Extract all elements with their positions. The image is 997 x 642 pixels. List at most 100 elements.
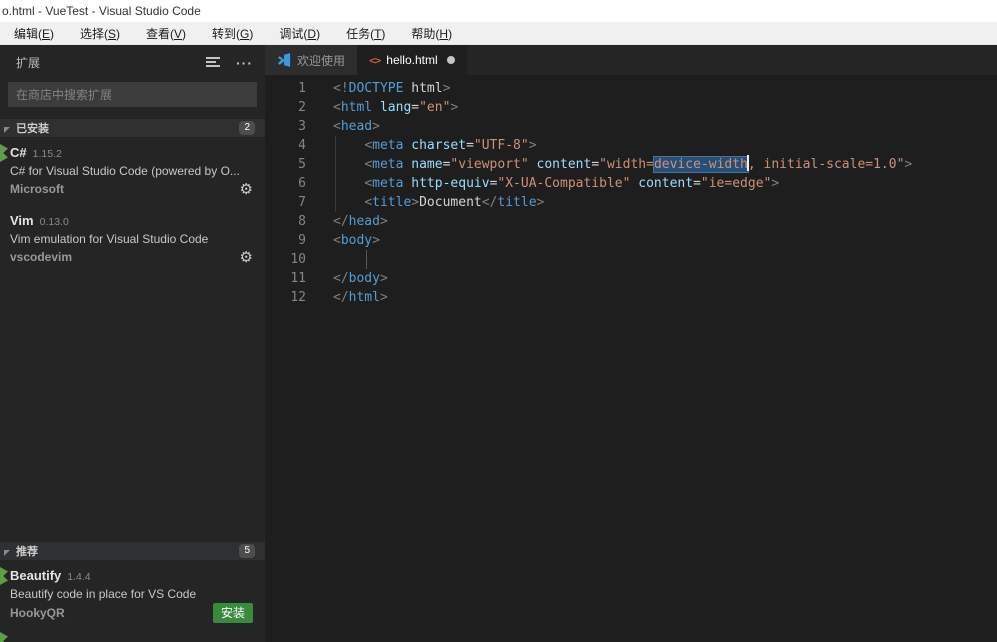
install-button[interactable]: 安装 [213,603,253,623]
tab-bar-empty [467,45,997,75]
window-title: o.html - VueTest - Visual Studio Code [2,4,201,18]
code-token: < [333,100,341,115]
code-line[interactable]: 1<!DOCTYPE html> [265,79,997,98]
vscode-logo-icon [277,53,291,67]
code-token: meta [372,138,403,153]
installed-count-badge: 2 [239,121,255,135]
extensions-search-input[interactable] [8,82,257,107]
code-line[interactable]: 12 </html> [265,288,997,307]
code-token: charset [411,138,466,153]
menu-item-h[interactable]: 帮助(H) [401,22,462,45]
extension-description: C# for Visual Studio Code (powered by O.… [10,163,253,180]
code-line[interactable]: 5 <meta name="viewport" content="width=d… [265,155,997,174]
code-text: <meta charset="UTF-8"> [333,138,537,153]
extension-description: Vim emulation for Visual Studio Code [10,231,253,248]
extension-version: 0.13.0 [40,216,69,228]
code-line[interactable]: 7 <title>Document</title> [265,193,997,212]
line-number: 4 [265,136,320,155]
code-line[interactable]: 4 <meta charset="UTF-8"> [265,136,997,155]
extensions-sidebar: 扩展 ··· 已安装 2 C# 1.15.2 C# for Visual Studi… [0,45,265,642]
code-editor[interactable]: 1<!DOCTYPE html>2<html lang="en">3<head>… [265,75,997,642]
code-line[interactable]: 9<body> [265,231,997,250]
code-token: > [904,157,912,172]
code-line[interactable]: 11</body> [265,269,997,288]
modified-dot-icon [447,56,455,64]
code-token: "ie=edge" [701,176,771,191]
code-line[interactable]: 10 [265,250,997,269]
tab--[interactable]: 欢迎使用 [265,45,357,75]
section-expand-icon [4,550,10,556]
code-line[interactable]: 3<head> [265,117,997,136]
line-number: 10 [265,250,320,269]
tab-bar: 欢迎使用 <>hello.html [265,45,997,75]
extension-logo-icon [0,632,8,642]
extension-item[interactable]: Vim0.13.0Vim emulation for Visual Studio… [0,205,265,273]
filter-icon[interactable] [206,57,220,68]
line-number: 11 [265,269,320,288]
code-token: > [380,271,388,286]
code-token: "X-UA-Compatible" [497,176,630,191]
code-token: "UTF-8" [474,138,529,153]
code-token: lang [380,100,411,115]
code-token: = [411,100,419,115]
tab-hello-html[interactable]: <>hello.html [357,45,467,75]
code-token: </ [333,290,349,305]
line-number: 6 [265,174,320,193]
code-token: "viewport" [450,157,528,172]
section-recommended[interactable]: 推荐 5 [0,542,265,560]
extension-name: C# [10,145,27,160]
code-token: content [638,176,693,191]
code-text: </html> [333,290,388,305]
gear-icon[interactable]: ⚙ [240,250,253,265]
line-number: 12 [265,288,320,307]
extension-item[interactable]: Beautify1.4.4Beautify code in place for … [0,560,265,630]
sidebar-spacer [0,273,265,542]
menu-item-t[interactable]: 任务(T) [336,22,395,45]
code-line[interactable]: 2<html lang="en"> [265,98,997,117]
section-installed[interactable]: 已安装 2 [0,119,265,137]
code-token: < [364,195,372,210]
code-token [529,157,537,172]
code-text: </head> [333,214,388,229]
code-token: = [693,176,701,191]
code-token: Document [419,195,482,210]
menu-bar: 编辑(E) 选择(S) 查看(V) 转到(G) 调试(D) 任务(T) 帮助(H) [0,22,997,45]
menu-item-g[interactable]: 转到(G) [202,22,263,45]
menu-item-e[interactable]: 编辑(E) [4,22,64,45]
code-text: <!DOCTYPE html> [333,81,450,96]
code-token: <! [333,81,349,96]
code-token: "width= [599,157,654,172]
extension-author: HookyQR [10,604,213,622]
code-token: = [466,138,474,153]
code-token [333,157,364,172]
extensions-header: 扩展 ··· [0,45,265,80]
menu-item-v[interactable]: 查看(V) [136,22,196,45]
menu-item-d[interactable]: 调试(D) [269,22,330,45]
code-token: "en" [419,100,450,115]
code-token: > [771,176,779,191]
installed-extensions-list: C# 1.15.2 C# for Visual Studio Code (power… [0,137,265,273]
code-token: head [341,119,372,134]
code-token: > [372,119,380,134]
html-file-icon: <> [369,54,380,67]
tab-label: 欢迎使用 [297,52,345,69]
code-token [333,176,364,191]
code-token: > [380,214,388,229]
menu-item-s[interactable]: 选择(S) [70,22,130,45]
gear-icon[interactable]: ⚙ [240,182,253,197]
selected-text: device-width [654,157,748,172]
title-bar: o.html - VueTest - Visual Studio Code [0,0,997,22]
more-actions-icon[interactable]: ··· [236,58,253,68]
code-token: < [364,176,372,191]
code-token: = [591,157,599,172]
code-line[interactable]: 8</head> [265,212,997,231]
partial-extension-item[interactable] [0,630,265,642]
code-token: title [372,195,411,210]
code-token [333,138,364,153]
extension-description: Beautify code in place for VS Code [10,586,253,603]
code-line[interactable]: 6 <meta http-equiv="X-UA-Compatible" con… [265,174,997,193]
extension-item[interactable]: C# 1.15.2 C# for Visual Studio Code (power… [0,137,265,205]
code-token: body [341,233,372,248]
extension-version: 1.15.2 [33,148,62,160]
code-token: > [372,233,380,248]
